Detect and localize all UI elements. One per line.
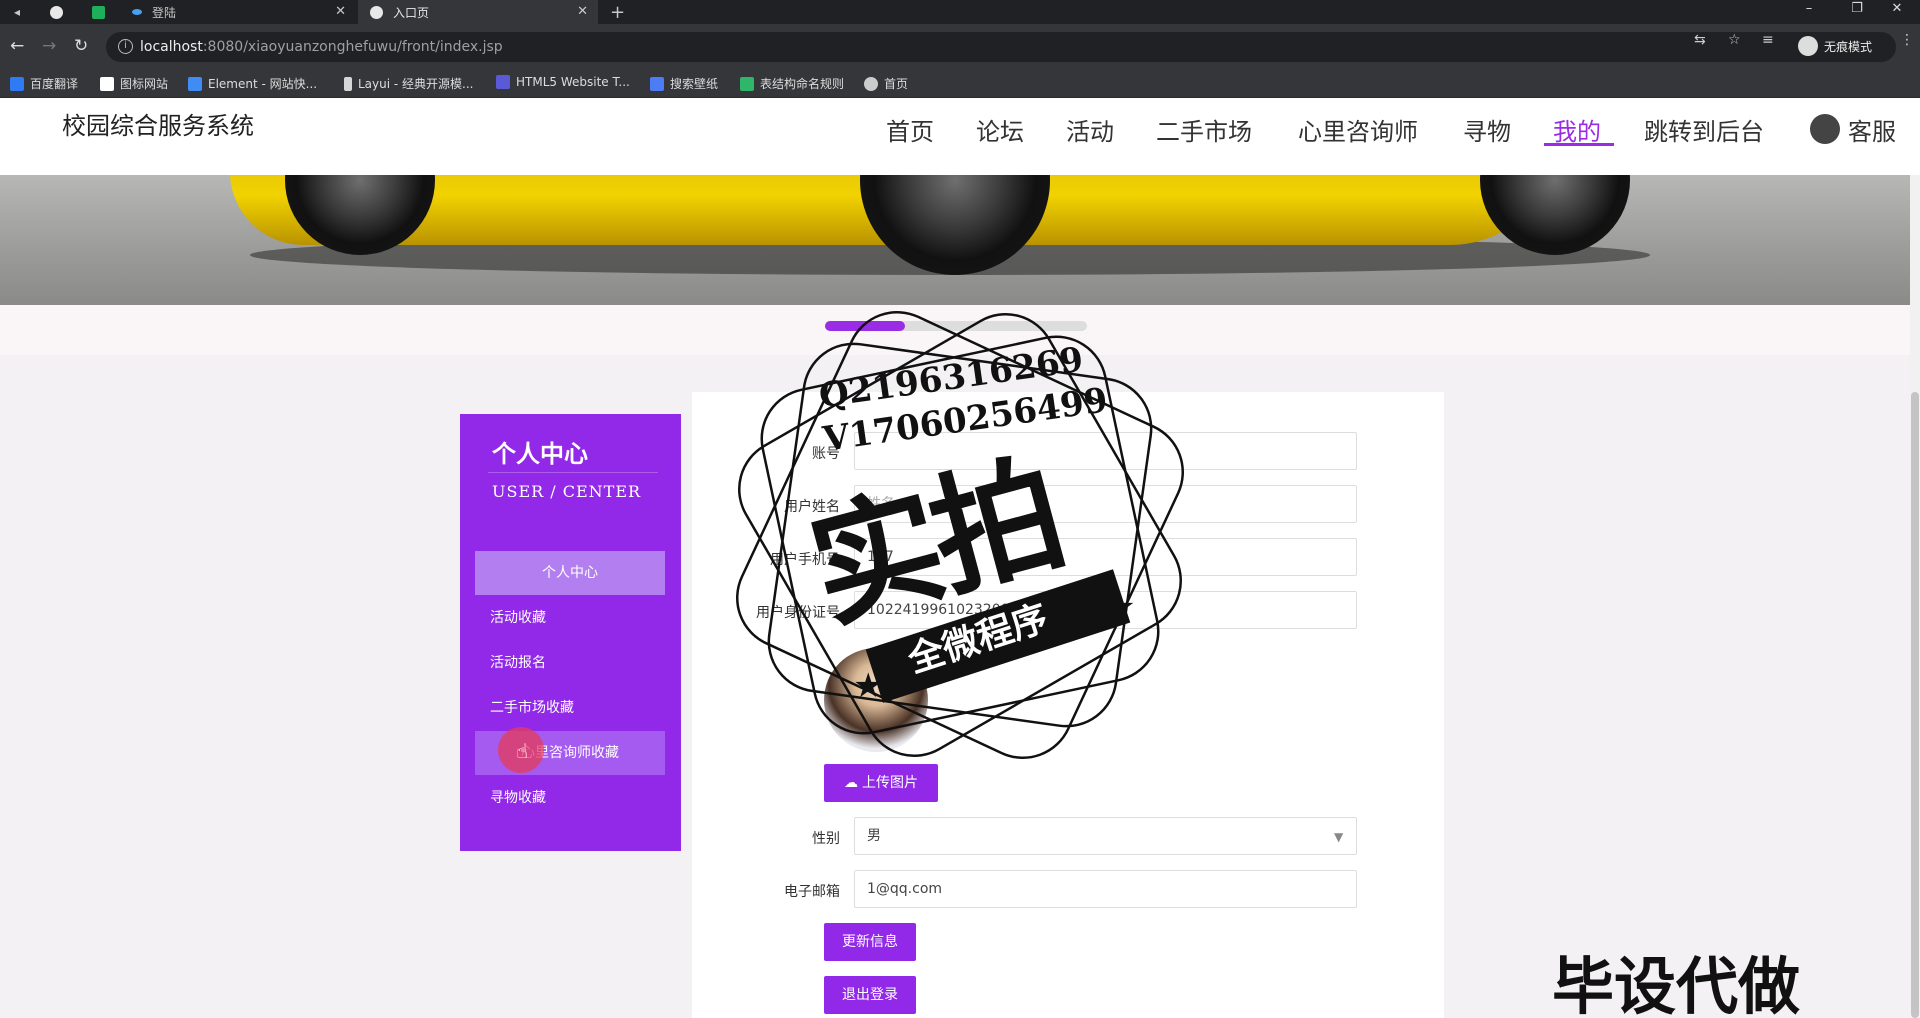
globe-icon [50, 5, 63, 19]
back-icon[interactable]: ← [10, 36, 24, 56]
sidebar-item-profile[interactable]: 个人中心 [475, 551, 665, 595]
url-path: :8080/xiaoyuanzonghefuwu/front/index.jsp [202, 39, 503, 55]
bookmark-item[interactable]: 图标网站 [100, 75, 168, 92]
gender-select[interactable]: 男 [854, 817, 1357, 855]
logout-button[interactable]: 退出登录 [824, 976, 916, 1014]
reload-icon[interactable]: ↻ [74, 36, 88, 56]
nav-service[interactable]: 客服 [1848, 112, 1896, 147]
new-tab-button[interactable]: + [610, 0, 636, 24]
url-field[interactable]: i localhost:8080/xiaoyuanzonghefuwu/fron… [106, 32, 1896, 62]
sheet-icon [740, 76, 754, 91]
tab-pinned-1[interactable] [38, 0, 78, 24]
cloud-upload-icon: ☁ [844, 775, 858, 791]
watermark-bottom: 毕设代做 [1552, 950, 1801, 1018]
sidebar-divider [488, 472, 658, 473]
bookmark-item[interactable]: Layui - 经典开源模... [344, 75, 473, 92]
sidebar-item-lost-found-fav[interactable]: 寻物收藏 [475, 776, 665, 820]
bookmark-item[interactable]: 百度翻译 [10, 75, 78, 92]
nav-counselor[interactable]: 心里咨询师 [1298, 112, 1418, 147]
incognito-icon [1798, 36, 1818, 56]
bookmark-item[interactable]: 搜索壁纸 [650, 75, 718, 92]
field-label-email: 电子邮箱 [784, 884, 840, 900]
site-title: 校园综合服务系统 [62, 112, 254, 140]
nav-home[interactable]: 首页 [886, 112, 934, 147]
site-header: 校园综合服务系统 首页 论坛 活动 二手市场 心里咨询师 寻物 我的 跳转到后台… [0, 98, 1920, 175]
translate-icon[interactable]: ⇆ [1694, 32, 1706, 48]
nav-mine[interactable]: 我的 [1553, 112, 1601, 147]
scrollbar-thumb[interactable] [1911, 392, 1919, 1018]
pointer-hand-icon: ☝ [516, 739, 529, 763]
layui-icon [344, 76, 352, 91]
sidebar-item-activity-fav[interactable]: 活动收藏 [475, 596, 665, 640]
incognito-label: 无痕模式 [1824, 39, 1873, 54]
tab-entry[interactable]: 入口页 ✕ [358, 0, 598, 24]
info-icon[interactable]: i [118, 39, 133, 54]
bookmark-item[interactable]: 表结构命名规则 [740, 75, 844, 92]
close-window-icon[interactable]: ✕ [1874, 0, 1920, 24]
globe-icon [864, 76, 878, 91]
nav-activity[interactable]: 活动 [1066, 112, 1114, 147]
sidebar-item-market-fav[interactable]: 二手市场收藏 [475, 686, 665, 730]
incognito-profile[interactable]: 无痕模式 [1798, 36, 1872, 56]
close-icon[interactable]: ✕ [577, 4, 588, 19]
tab-title: 入口页 [393, 5, 430, 20]
tab-audio[interactable]: ◂ [0, 0, 36, 24]
upload-label: 上传图片 [862, 775, 918, 791]
globe-icon [370, 5, 383, 19]
tab-pinned-2[interactable] [80, 0, 120, 24]
tab-title: 登陆 [152, 5, 177, 20]
menu-icon[interactable]: ⋮ [1900, 32, 1914, 48]
flag-icon [100, 76, 114, 91]
field-label-gender: 性别 [812, 831, 840, 847]
element-icon [188, 76, 202, 91]
user-center-sidebar: 个人中心 USER / CENTER 个人中心 活动收藏 活动报名 二手市场收藏… [460, 414, 681, 851]
html5-icon [496, 75, 510, 89]
star-icon[interactable]: ☆ [1728, 32, 1741, 48]
sheet-icon [92, 5, 105, 19]
sidebar-item-activity-signup[interactable]: 活动报名 [475, 641, 665, 685]
nav-admin[interactable]: 跳转到后台 [1644, 112, 1764, 147]
chevron-down-icon: ▼ [1334, 830, 1344, 844]
reading-list-icon[interactable]: ≡ [1762, 32, 1774, 48]
tab-login[interactable]: 登陆 ✕ [120, 0, 356, 24]
sidebar-subtitle: USER / CENTER [492, 482, 642, 501]
browser-tab-bar: ◂ 登陆 ✕ 入口页 ✕ + – ❐ ✕ [0, 0, 1920, 24]
bookmark-item[interactable]: 首页 [864, 75, 908, 92]
nav-active-underline [1544, 143, 1614, 146]
sidebar-title: 个人中心 [492, 439, 588, 468]
bookmarks-bar: 百度翻译 图标网站 Element - 网站快... Layui - 经典开源模… [0, 70, 1920, 98]
email-field[interactable]: 1@qq.com [854, 870, 1357, 908]
banner-image [0, 175, 1910, 305]
bookmark-item[interactable]: Element - 网站快... [188, 75, 317, 92]
wechat-icon[interactable] [1810, 114, 1840, 144]
dots-icon [132, 9, 142, 15]
wallpaper-icon [650, 76, 664, 91]
nav-lost-found[interactable]: 寻物 [1463, 112, 1511, 147]
update-info-button[interactable]: 更新信息 [824, 923, 916, 961]
bookmark-icon [10, 76, 24, 91]
speaker-icon: ◂ [14, 5, 21, 19]
address-bar-row: ← → ↻ i localhost:8080/xiaoyuanzonghefuw… [0, 24, 1920, 70]
nav-forum[interactable]: 论坛 [976, 112, 1024, 147]
forward-icon[interactable]: → [42, 36, 56, 56]
nav-market[interactable]: 二手市场 [1156, 112, 1252, 147]
url-host: localhost [140, 39, 203, 55]
close-icon[interactable]: ✕ [335, 4, 346, 19]
bookmark-item[interactable]: HTML5 Website T... [496, 75, 630, 89]
minimize-icon[interactable]: – [1786, 0, 1832, 24]
